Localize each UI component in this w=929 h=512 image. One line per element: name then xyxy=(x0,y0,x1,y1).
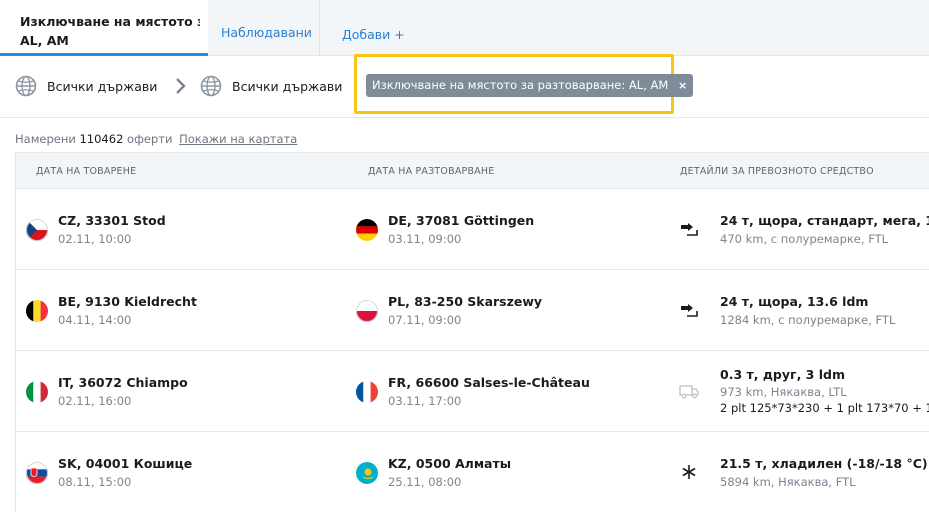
loading-place: BE, 9130 Kieldrecht xyxy=(58,294,197,309)
vehicle-subtitle: 973 km, Някаква, LTL xyxy=(720,385,847,399)
truck-ramp-icon xyxy=(681,223,698,236)
tab-add-button[interactable]: Добави + xyxy=(342,0,405,56)
header-loading-date[interactable]: ДАТА НА ТОВАРЕНЕ xyxy=(36,166,136,177)
vehicle-subtitle: 5894 km, Някаква, FTL xyxy=(720,475,856,489)
unloading-date: 03.11, 17:00 xyxy=(388,394,462,408)
chip-label: Изключване на мястото за разтоварване: A… xyxy=(372,78,669,92)
vehicle-subtitle: 470 km, с полуремарке, FTL xyxy=(720,232,889,246)
chevron-right-icon xyxy=(176,78,186,94)
vehicle-title: 21.5 т, хладилен (-18/-18 °C) xyxy=(720,456,928,471)
flag-it-icon xyxy=(26,381,48,403)
flag-fr-icon xyxy=(356,381,378,403)
flag-sk-icon xyxy=(26,462,48,484)
tab-subtitle: AL, AM xyxy=(20,33,69,48)
table-row[interactable]: BE, 9130 Kieldrecht 04.11, 14:00 PL, 83-… xyxy=(16,270,929,351)
unloading-place: DE, 37081 Göttingen xyxy=(388,213,535,228)
header-vehicle-details[interactable]: ДЕТАЙЛИ ЗА ПРЕВОЗНОТО СРЕДСТВО xyxy=(680,166,874,177)
close-icon[interactable]: × xyxy=(678,79,687,92)
show-on-map-link[interactable]: Покажи на картата xyxy=(179,132,297,146)
tab-bar: Изключване на мястото з... AL, AM Наблюд… xyxy=(0,0,929,56)
unloading-date: 03.11, 09:00 xyxy=(388,232,462,246)
globe-icon xyxy=(200,75,222,97)
loading-date: 04.11, 14:00 xyxy=(58,313,132,327)
header-unloading-date[interactable]: ДАТА НА РАЗТОВАРВАНЕ xyxy=(368,166,494,177)
table-row[interactable]: CZ, 33301 Stod 02.11, 10:00 DE, 37081 Gö… xyxy=(16,189,929,270)
snowflake-icon xyxy=(682,465,696,479)
loading-country-selector[interactable]: Всички държави xyxy=(15,75,157,97)
loading-place: SK, 04001 Кошице xyxy=(58,456,193,471)
flag-kz-icon xyxy=(356,462,378,484)
globe-icon xyxy=(15,75,37,97)
unloading-country-selector[interactable]: Всички държави xyxy=(200,75,342,97)
exclusion-filter-chip[interactable]: Изключване на мястото за разтоварване: A… xyxy=(366,74,694,97)
loading-date: 02.11, 10:00 xyxy=(58,232,132,246)
loading-place: CZ, 33301 Stod xyxy=(58,213,166,228)
loading-country-label: Всички държави xyxy=(47,78,158,94)
tab-title: Изключване на мястото з... xyxy=(20,14,200,29)
unloading-country-label: Всички държави xyxy=(232,78,343,94)
results-summary: Намерени 110462 оферти Покажи на картата xyxy=(15,132,297,146)
results-count: 110462 xyxy=(79,132,124,146)
loading-place: IT, 36072 Chiampo xyxy=(58,375,188,390)
flag-de-icon xyxy=(356,219,378,241)
van-icon xyxy=(679,385,699,399)
vehicle-subtitle: 1284 km, с полуремарке, FTL xyxy=(720,313,896,327)
loading-date: 08.11, 15:00 xyxy=(58,475,132,489)
unloading-date: 25.11, 08:00 xyxy=(388,475,462,489)
vehicle-cargo-details: 2 plt 125*73*230 + 1 plt 173*70 + 1 xyxy=(720,401,929,415)
truck-ramp-icon xyxy=(681,304,698,317)
unloading-place: PL, 83-250 Skarszewy xyxy=(388,294,543,309)
table-row[interactable]: IT, 36072 Chiampo 02.11, 16:00 FR, 66600… xyxy=(16,351,929,432)
results-prefix: Намерени xyxy=(15,132,76,146)
results-suffix: оферти xyxy=(127,132,173,146)
table-row[interactable]: SK, 04001 Кошице 08.11, 15:00 KZ, 0500 А… xyxy=(16,432,929,512)
unloading-place: FR, 66600 Salses-le-Château xyxy=(388,375,590,390)
table-header: ДАТА НА ТОВАРЕНЕ ДАТА НА РАЗТОВАРВАНЕ ДЕ… xyxy=(16,152,929,189)
offers-table: ДАТА НА ТОВАРЕНЕ ДАТА НА РАЗТОВАРВАНЕ ДЕ… xyxy=(15,152,929,512)
vehicle-title: 24 т, щора, 13.6 ldm xyxy=(720,294,869,309)
flag-cz-icon xyxy=(26,219,48,241)
unloading-place: KZ, 0500 Алматы xyxy=(388,456,512,471)
flag-be-icon xyxy=(26,300,48,322)
loading-date: 02.11, 16:00 xyxy=(58,394,132,408)
vehicle-title: 0.3 т, друг, 3 ldm xyxy=(720,367,845,382)
unloading-date: 07.11, 09:00 xyxy=(388,313,462,327)
vehicle-title: 24 т, щора, стандарт, мега, 13.6 ld xyxy=(720,213,929,228)
tab-exclusion-filter[interactable]: Изключване на мястото з... AL, AM xyxy=(0,0,208,56)
tab-watched[interactable]: Наблюдавани xyxy=(208,0,320,56)
flag-pl-icon xyxy=(356,300,378,322)
